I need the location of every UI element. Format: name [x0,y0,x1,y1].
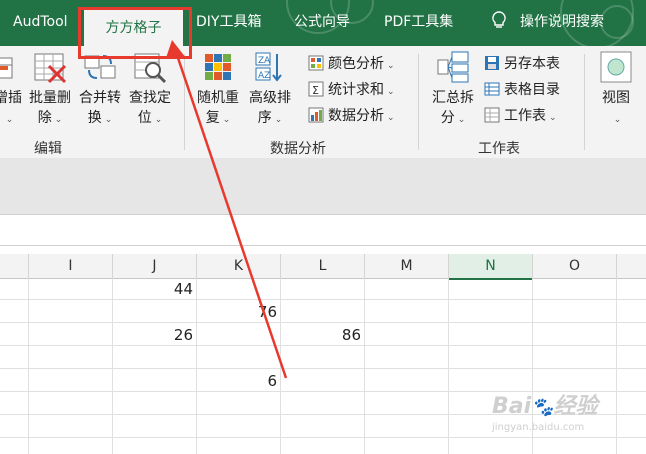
annotation-arrow [166,40,288,379]
baidu-watermark: Bai🐾经验 jingyan.baidu.com [492,388,642,448]
watermark-url: jingyan.baidu.com [492,422,585,433]
watermark-logo: Bai🐾经验 [492,394,598,419]
